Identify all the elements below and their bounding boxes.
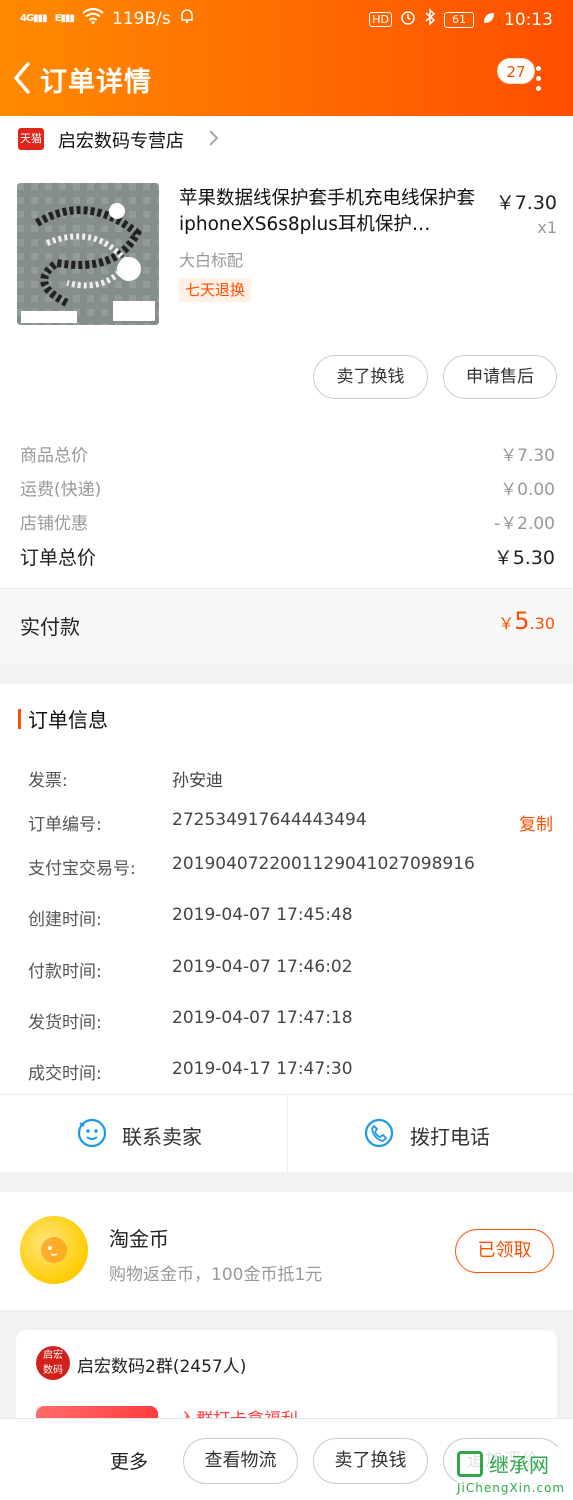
- net-speed: 119B/s: [112, 8, 171, 29]
- bluetooth-icon: [424, 8, 436, 31]
- battery-icon: 61: [444, 11, 474, 28]
- tmall-logo-icon: 天猫: [18, 128, 44, 150]
- watermark-url: JiChengXin.com: [457, 1481, 566, 1495]
- notification-bell-icon: [179, 8, 195, 29]
- product-thumbnail[interactable]: [17, 183, 159, 325]
- info-row-invoice: 发票: 孙安迪: [28, 771, 223, 791]
- shop-row[interactable]: 天猫 启宏数码专营店: [0, 116, 573, 164]
- order-total-row: 订单总价 ￥5.30: [20, 543, 555, 570]
- coins-subtitle: 购物返金币，100金币抵1元: [109, 1265, 323, 1285]
- group-name: 启宏数码2群(2457人): [77, 1357, 247, 1377]
- more-button[interactable]: 更多: [110, 1447, 148, 1474]
- hd-icon: HD: [369, 12, 392, 27]
- chevron-left-icon: [14, 62, 30, 94]
- order-total-value: ￥5.30: [493, 547, 555, 569]
- product-sku: 大白标配: [179, 251, 244, 270]
- info-row-completed: 成交时间: 2019-04-17 17:47:30: [28, 1059, 353, 1084]
- status-bar: 4G▮▮▮ E▮▮▮ 119B/s HD 61 10:13: [0, 6, 573, 34]
- after-sale-button[interactable]: 申请售后: [443, 355, 557, 399]
- info-row-shipped: 发货时间: 2019-04-07 17:47:18: [28, 1008, 353, 1033]
- paid-amount-bar: 实付款 ￥5.30: [0, 588, 573, 664]
- summary-label: 商品总价: [20, 446, 88, 466]
- call-button[interactable]: 拨打电话: [287, 1095, 573, 1172]
- summary-value: -￥2.00: [494, 514, 555, 534]
- coins-title: 淘金币: [109, 1227, 169, 1251]
- paid-amount: ￥5.30: [498, 607, 555, 635]
- contact-seller-label: 联系卖家: [122, 1125, 202, 1149]
- paid-label: 实付款: [20, 615, 80, 639]
- watermark-text: 继承网: [489, 1453, 549, 1477]
- signal-icon-2: E▮▮▮: [54, 13, 75, 24]
- signal-icon: 4G▮▮▮: [20, 13, 48, 24]
- order-item-card: 天猫 启宏数码专营店 苹果数据线保护套手机充电线保护套iphoneXS6s8pl…: [0, 116, 573, 664]
- wifi-icon: [82, 8, 104, 29]
- gold-coin-icon: [20, 1216, 88, 1284]
- page-title: 订单详情: [40, 67, 152, 98]
- sell-for-cash-bottom-button[interactable]: 卖了换钱: [313, 1438, 428, 1484]
- summary-row-shipping: 运费(快递) ￥0.00: [20, 475, 555, 500]
- header: 4G▮▮▮ E▮▮▮ 119B/s HD 61 10:13 订单详情 27: [0, 0, 573, 116]
- group-avatar: 启宏 数码: [36, 1346, 70, 1380]
- copy-order-number-button[interactable]: 复制: [519, 810, 553, 835]
- chat-face-icon: [77, 1118, 107, 1148]
- watermark-logo-icon: [457, 1451, 483, 1477]
- chevron-right-icon: [208, 128, 220, 153]
- summary-label: 运费(快递): [20, 480, 102, 500]
- summary-value: ￥0.00: [500, 480, 555, 500]
- info-row-alipay-trade: 支付宝交易号: 2019040722001129041027098916: [28, 854, 475, 879]
- bottom-action-bar: 更多 查看物流 卖了换钱 追加评价 继承网 JiChengXin.com: [0, 1418, 573, 1500]
- order-info-card: 订单信息 发票: 孙安迪 订单编号: 272534917644443494 复制…: [0, 684, 573, 1172]
- summary-value: ￥7.30: [500, 446, 555, 466]
- info-row-order-number: 订单编号: 272534917644443494 复制: [28, 810, 553, 835]
- sell-for-cash-button[interactable]: 卖了换钱: [313, 355, 428, 399]
- back-button[interactable]: [10, 58, 36, 98]
- more-menu-button[interactable]: 27: [497, 58, 545, 94]
- leaf-icon: [482, 10, 496, 30]
- alarm-icon: [400, 9, 416, 30]
- summary-label: 店铺优惠: [20, 514, 88, 534]
- view-logistics-button[interactable]: 查看物流: [183, 1438, 298, 1484]
- summary-row-goods: 商品总价 ￥7.30: [20, 441, 555, 466]
- call-label: 拨打电话: [410, 1125, 490, 1149]
- status-time: 10:13: [504, 9, 553, 30]
- coins-card: 淘金币 购物返金币，100金币抵1元 已领取: [0, 1192, 573, 1310]
- contact-seller-button[interactable]: 联系卖家: [0, 1095, 286, 1172]
- phone-icon: [364, 1118, 394, 1148]
- info-row-created: 创建时间: 2019-04-07 17:45:48: [28, 905, 353, 930]
- claimed-button[interactable]: 已领取: [455, 1229, 554, 1273]
- section-accent-bar: [18, 709, 21, 729]
- order-total-label: 订单总价: [20, 547, 97, 569]
- message-count-badge: 27: [497, 58, 535, 84]
- summary-row-discount: 店铺优惠 -￥2.00: [20, 509, 555, 534]
- product-quantity: x1: [537, 218, 557, 237]
- order-info-title: 订单信息: [28, 708, 108, 732]
- product-title[interactable]: 苹果数据线保护套手机充电线保护套iphoneXS6s8plus耳机保护…: [179, 186, 483, 238]
- shop-name: 启宏数码专营店: [58, 131, 184, 152]
- product-price: ￥7.30: [495, 192, 557, 214]
- info-row-paid: 付款时间: 2019-04-07 17:46:02: [28, 957, 353, 982]
- watermark: 继承网 JiChengXin.com: [457, 1447, 569, 1499]
- return-policy-tag: 七天退换: [179, 278, 252, 302]
